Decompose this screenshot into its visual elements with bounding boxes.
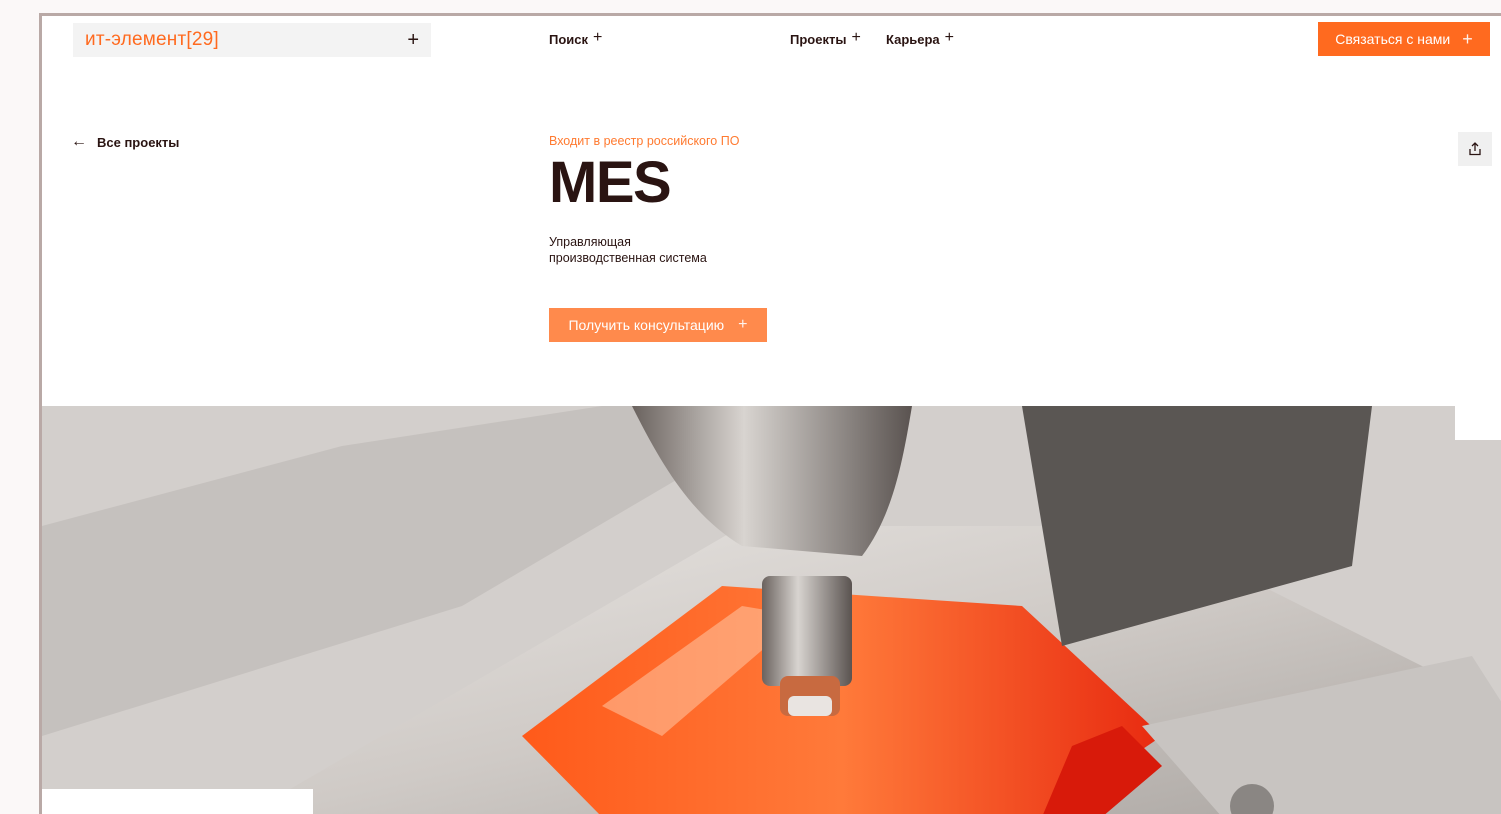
plus-icon: + (851, 29, 861, 46)
logo[interactable]: ит-элемент[29] (85, 29, 219, 51)
nav-career[interactable]: Карьера + (886, 29, 955, 47)
hero-corner-cutout (42, 789, 313, 814)
contact-button-label: Связаться с нами (1335, 31, 1451, 47)
plus-icon: + (738, 316, 748, 333)
nav-search[interactable]: Поиск + (549, 29, 603, 47)
nav-label: Проекты (790, 32, 847, 47)
consultation-button-label: Получить консультацию (568, 317, 725, 333)
share-icon (1469, 142, 1481, 156)
plus-icon: + (944, 29, 955, 46)
nav-projects[interactable]: Проекты + (790, 29, 861, 47)
contact-button[interactable]: Связаться с нами + (1318, 22, 1490, 56)
logo-menu[interactable]: ит-элемент[29] + (73, 23, 431, 57)
page-frame: ит-элемент[29] + Поиск + Проекты + Карье… (39, 13, 1501, 814)
arrow-left-icon: ← (71, 133, 87, 150)
page-subtitle: Управляющая производственная система (549, 234, 789, 266)
registry-badge: Входит в реестр российского ПО (549, 134, 740, 148)
share-button[interactable] (1458, 132, 1492, 166)
plus-icon[interactable]: + (407, 30, 419, 50)
subtitle-line: производственная система (549, 251, 707, 265)
plus-icon: + (593, 29, 603, 46)
page-title: MES (549, 150, 672, 215)
back-to-projects-link[interactable]: ← Все проекты (71, 133, 179, 151)
hero-corner-cutout (1455, 406, 1501, 440)
nav-label: Поиск (549, 32, 589, 47)
plus-icon: + (1462, 28, 1473, 49)
subtitle-line: Управляющая (549, 235, 631, 249)
consultation-button[interactable]: Получить консультацию + (549, 308, 767, 342)
hero-image (42, 406, 1501, 814)
nav-label: Карьера (886, 32, 940, 47)
back-link-label: Все проекты (97, 134, 180, 150)
